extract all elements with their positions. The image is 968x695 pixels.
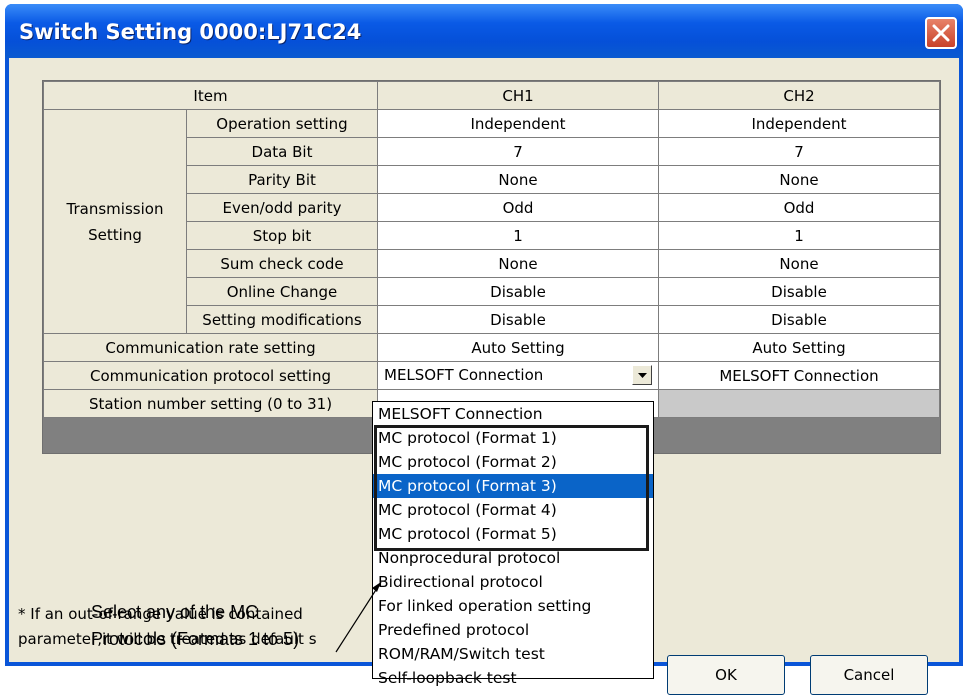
callout-leader-arrow [335, 581, 382, 653]
